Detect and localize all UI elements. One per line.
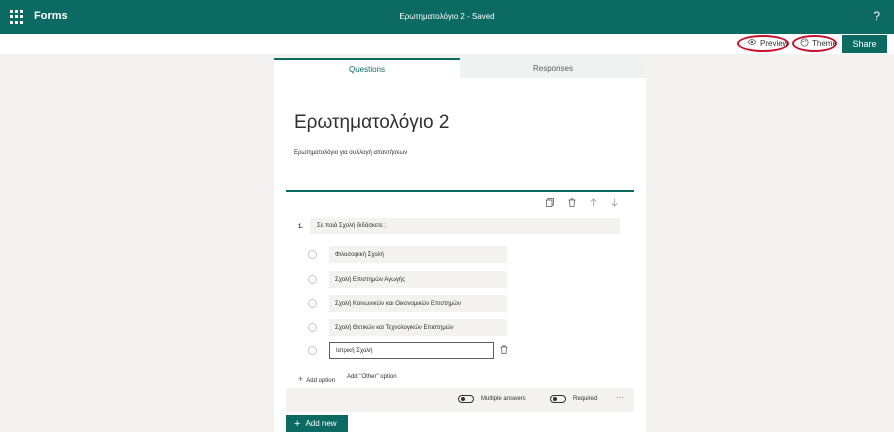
toggle-switch[interactable]	[458, 395, 474, 403]
add-option-label: Add option	[306, 378, 335, 384]
plus-icon: +	[298, 374, 304, 384]
add-option-row: + Add option Add "Other" option	[298, 374, 397, 384]
share-button[interactable]: Share	[842, 35, 887, 53]
app-header: Forms Ερωτηματολόγιο 2 - Saved ?	[0, 0, 894, 34]
radio-icon	[308, 250, 317, 259]
option-row: Σχολή Κοινωνικών και Οικονομικών Επιστημ…	[308, 295, 508, 312]
tab-responses[interactable]: Responses	[460, 58, 646, 78]
add-other-option-button[interactable]: Add "Other" option	[347, 374, 397, 384]
arrow-down-icon[interactable]	[611, 198, 618, 209]
question-card[interactable]: 1. Σε ποιά Σχολή διδάσκετε ; Φιλοσοφική …	[286, 190, 634, 412]
option-input[interactable]: Σχολή Επιστημών Αγωγής	[329, 271, 507, 288]
trash-icon[interactable]	[568, 198, 576, 209]
option-row: Φιλοσοφική Σχολή	[308, 246, 508, 263]
eye-icon	[747, 38, 757, 48]
option-input-active[interactable]: Ιατρική Σχολή	[329, 342, 494, 359]
tab-bar: Questions Responses	[274, 58, 646, 78]
theme-label: Theme	[812, 39, 837, 48]
option-row: Σχολή Επιστημών Αγωγής	[308, 271, 508, 288]
add-new-label: Add new	[305, 419, 337, 428]
preview-button[interactable]: Preview	[747, 38, 788, 48]
toggle-switch[interactable]	[550, 395, 566, 403]
multiple-answers-toggle[interactable]: Multiple answers	[458, 395, 526, 403]
copy-icon[interactable]	[546, 198, 554, 209]
radio-icon	[308, 299, 317, 308]
preview-label: Preview	[760, 38, 789, 48]
question-footer: Multiple answers Required ···	[286, 388, 634, 412]
document-title: Ερωτηματολόγιο 2 - Saved	[399, 12, 495, 21]
option-row-active: Ιατρική Σχολή	[308, 342, 508, 359]
delete-option-icon[interactable]	[500, 345, 508, 356]
required-label: Required	[573, 396, 598, 402]
help-button[interactable]: ?	[873, 9, 880, 23]
theme-button[interactable]: Theme	[800, 38, 837, 49]
tab-questions[interactable]: Questions	[274, 58, 460, 78]
add-option-button[interactable]: + Add option	[298, 374, 335, 384]
question-toolbar	[546, 198, 618, 209]
form-description[interactable]: Ερωτηματολόγιο για συλλογή απαντήσεων	[294, 150, 407, 156]
multiple-answers-label: Multiple answers	[481, 396, 526, 402]
question-number: 1.	[298, 224, 304, 230]
question-text-input[interactable]: Σε ποιά Σχολή διδάσκετε ;	[310, 218, 620, 234]
command-bar: Preview Theme Share	[0, 34, 894, 54]
arrow-up-icon[interactable]	[590, 198, 597, 209]
option-input[interactable]: Σχολή Κοινωνικών και Οικονομικών Επιστημ…	[329, 295, 507, 312]
form-title[interactable]: Ερωτηματολόγιο 2	[294, 112, 449, 134]
plus-icon: +	[294, 417, 301, 430]
palette-icon	[800, 38, 809, 49]
option-input[interactable]: Σχολή Θετικών και Τεχνολογικών Επιστημών	[329, 319, 507, 336]
radio-icon	[308, 346, 317, 355]
add-new-button[interactable]: + Add new	[286, 415, 348, 432]
radio-icon	[308, 323, 317, 332]
required-toggle[interactable]: Required	[550, 395, 597, 403]
more-options-icon[interactable]: ···	[616, 393, 624, 402]
form-editor-card: Questions Responses Ερωτηματολόγιο 2 Ερω…	[274, 58, 646, 432]
radio-icon	[308, 275, 317, 284]
option-row: Σχολή Θετικών και Τεχνολογικών Επιστημών	[308, 319, 508, 336]
option-input[interactable]: Φιλοσοφική Σχολή	[329, 246, 507, 263]
